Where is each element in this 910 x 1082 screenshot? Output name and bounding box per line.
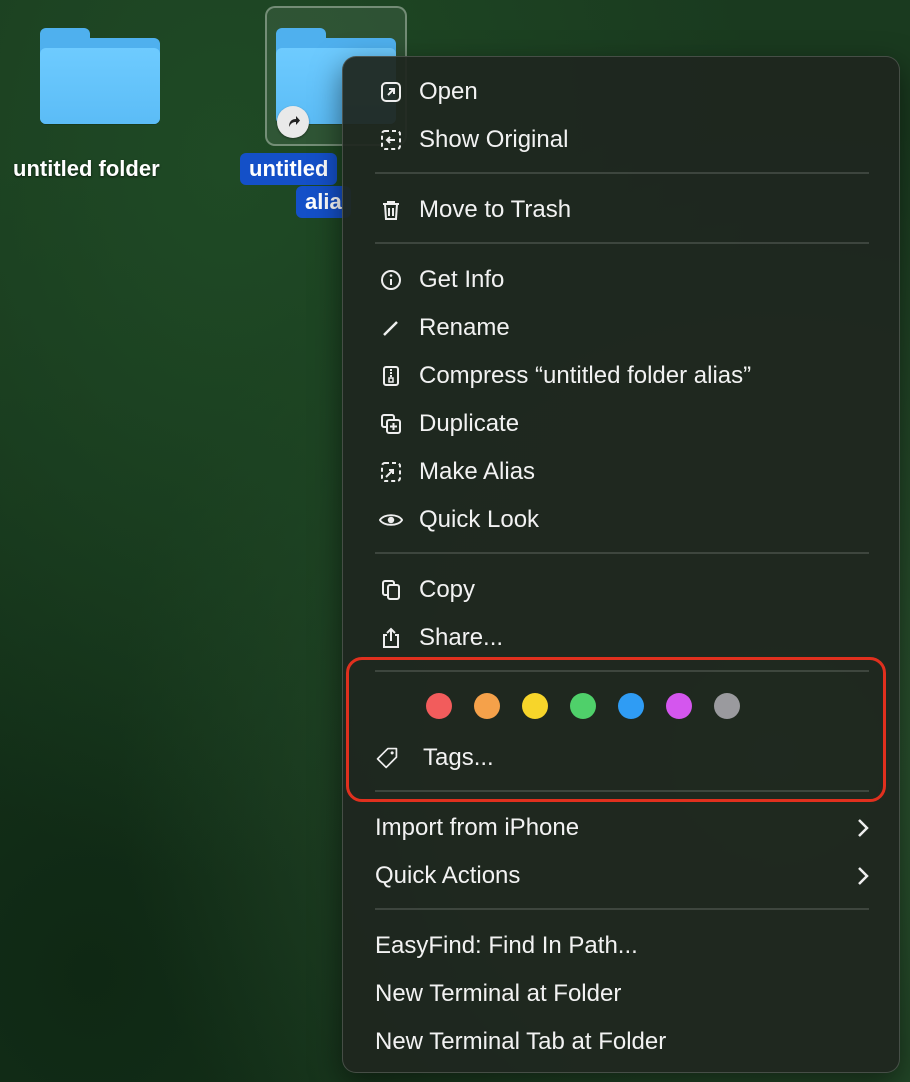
context-menu: Open Show Original Move to Trash Get Inf…	[342, 56, 900, 1073]
info-icon	[379, 268, 403, 292]
open-icon	[379, 80, 403, 104]
chevron-right-icon	[857, 818, 869, 838]
trash-icon	[379, 198, 403, 222]
eye-icon	[379, 508, 403, 532]
menu-item-copy[interactable]: Copy	[343, 568, 899, 612]
share-icon	[379, 626, 403, 650]
menu-item-easyfind[interactable]: EasyFind: Find In Path...	[343, 924, 899, 968]
menu-item-share[interactable]: Share...	[343, 616, 899, 660]
menu-item-move-to-trash[interactable]: Move to Trash	[343, 188, 899, 232]
duplicate-icon	[379, 412, 403, 436]
highlight-annotation	[346, 657, 886, 802]
alias-icon	[379, 460, 403, 484]
menu-item-get-info[interactable]: Get Info	[343, 258, 899, 302]
show-original-icon	[379, 128, 403, 152]
menu-separator	[375, 552, 869, 554]
menu-item-duplicate[interactable]: Duplicate	[343, 402, 899, 446]
alias-arrow-icon	[277, 106, 309, 138]
copy-icon	[379, 578, 403, 602]
menu-item-show-original[interactable]: Show Original	[343, 118, 899, 162]
folder-label-line1: untitled	[240, 153, 338, 185]
menu-item-compress[interactable]: Compress “untitled folder alias”	[343, 354, 899, 398]
folder-label: untitled folder	[13, 156, 160, 181]
folder-icon	[40, 28, 160, 128]
menu-item-make-alias[interactable]: Make Alias	[343, 450, 899, 494]
chevron-right-icon	[857, 866, 869, 886]
archive-icon	[379, 364, 403, 388]
menu-item-open[interactable]: Open	[343, 70, 899, 114]
menu-separator	[375, 908, 869, 910]
menu-item-quick-actions[interactable]: Quick Actions	[343, 854, 899, 898]
pencil-icon	[379, 316, 403, 340]
menu-item-new-terminal-tab[interactable]: New Terminal Tab at Folder	[343, 1020, 899, 1064]
menu-separator	[375, 172, 869, 174]
menu-separator	[375, 242, 869, 244]
menu-item-import-from-iphone[interactable]: Import from iPhone	[343, 806, 899, 850]
menu-item-quick-look[interactable]: Quick Look	[343, 498, 899, 542]
menu-item-new-terminal[interactable]: New Terminal at Folder	[343, 972, 899, 1016]
menu-item-rename[interactable]: Rename	[343, 306, 899, 350]
